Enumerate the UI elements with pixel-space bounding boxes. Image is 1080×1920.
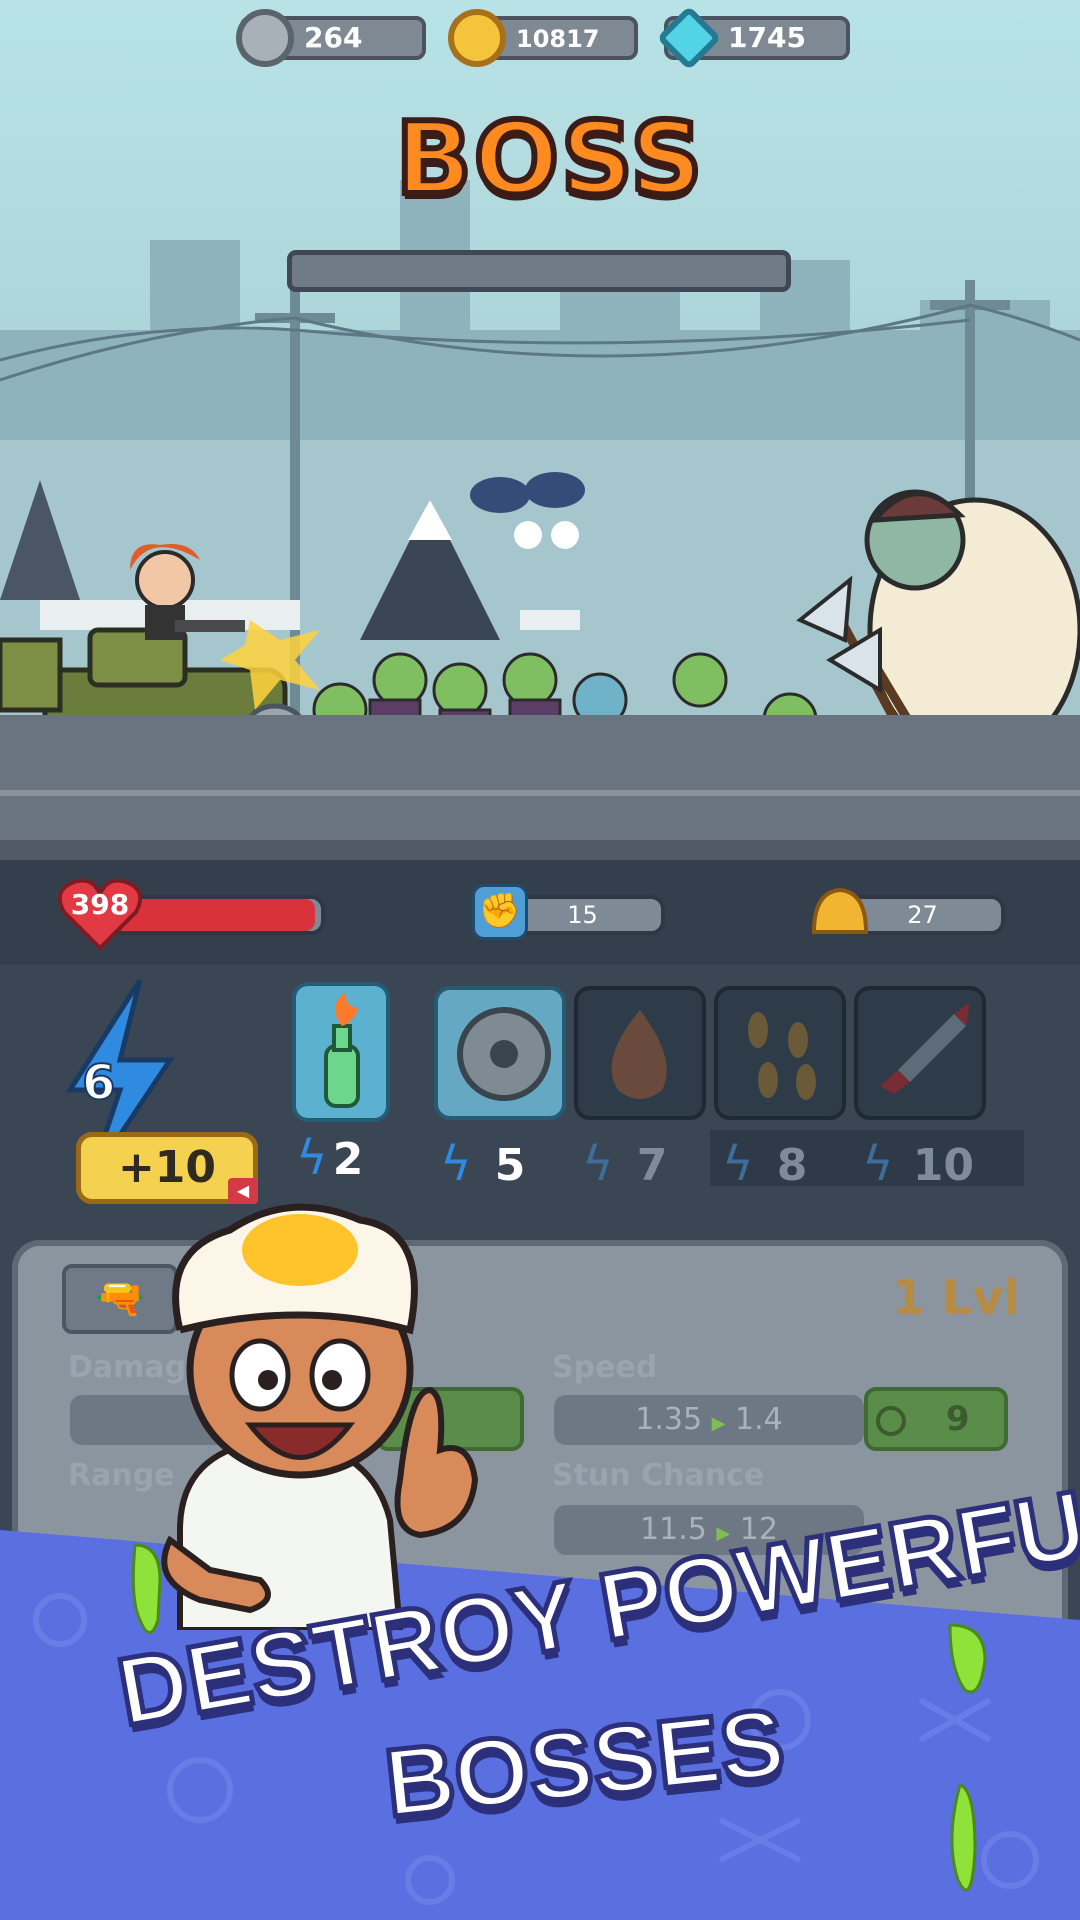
slime-drip-bottom [950,1783,977,1892]
mascot-character [161,1203,479,1630]
